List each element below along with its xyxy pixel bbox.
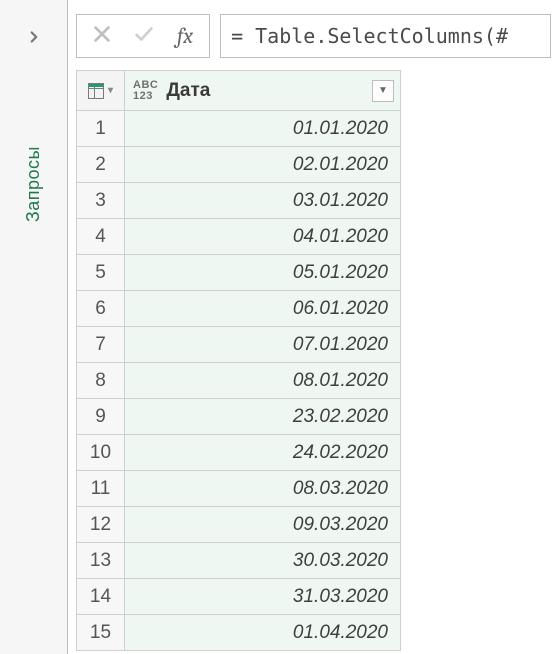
cell-value[interactable]: 08.03.2020 — [125, 471, 401, 507]
table-row[interactable]: 1501.04.2020 — [77, 615, 401, 651]
row-number[interactable]: 14 — [77, 579, 125, 615]
table-row[interactable]: 1431.03.2020 — [77, 579, 401, 615]
cell-value[interactable]: 24.02.2020 — [125, 435, 401, 471]
queries-pane-label: Запросы — [23, 146, 44, 222]
column-header[interactable]: ABC 123 Дата ▼ — [125, 71, 401, 111]
table-row[interactable]: 101.01.2020 — [77, 111, 401, 147]
chevron-down-icon: ▾ — [108, 86, 113, 96]
row-number[interactable]: 9 — [77, 399, 125, 435]
table-row[interactable]: 808.01.2020 — [77, 363, 401, 399]
table-row[interactable]: 1209.03.2020 — [77, 507, 401, 543]
fx-label[interactable]: fx — [175, 23, 195, 49]
cell-value[interactable]: 05.01.2020 — [125, 255, 401, 291]
formula-text: = Table.SelectColumns(# — [231, 24, 508, 48]
table-row[interactable]: 202.01.2020 — [77, 147, 401, 183]
table-row[interactable]: 923.02.2020 — [77, 399, 401, 435]
cell-value[interactable]: 04.01.2020 — [125, 219, 401, 255]
commit-formula-icon[interactable] — [131, 23, 157, 50]
cell-value[interactable]: 31.03.2020 — [125, 579, 401, 615]
cell-value[interactable]: 30.03.2020 — [125, 543, 401, 579]
table-row[interactable]: 505.01.2020 — [77, 255, 401, 291]
cell-value[interactable]: 03.01.2020 — [125, 183, 401, 219]
row-number[interactable]: 10 — [77, 435, 125, 471]
row-number[interactable]: 15 — [77, 615, 125, 651]
formula-controls: fx — [76, 14, 210, 58]
row-number[interactable]: 2 — [77, 147, 125, 183]
cell-value[interactable]: 02.01.2020 — [125, 147, 401, 183]
row-number[interactable]: 4 — [77, 219, 125, 255]
table-row[interactable]: 1330.03.2020 — [77, 543, 401, 579]
cell-value[interactable]: 01.04.2020 — [125, 615, 401, 651]
table-icon — [88, 83, 104, 99]
column-filter-button[interactable]: ▼ — [372, 80, 394, 102]
table-row[interactable]: 1108.03.2020 — [77, 471, 401, 507]
formula-input[interactable]: = Table.SelectColumns(# — [220, 14, 551, 58]
column-name: Дата — [166, 80, 364, 102]
row-number[interactable]: 12 — [77, 507, 125, 543]
table-row[interactable]: 707.01.2020 — [77, 327, 401, 363]
table-row[interactable]: 404.01.2020 — [77, 219, 401, 255]
expand-queries-icon[interactable] — [25, 28, 43, 46]
row-number[interactable]: 6 — [77, 291, 125, 327]
cell-value[interactable]: 08.01.2020 — [125, 363, 401, 399]
formula-bar: fx = Table.SelectColumns(# — [68, 8, 553, 66]
cell-value[interactable]: 23.02.2020 — [125, 399, 401, 435]
cancel-formula-icon[interactable] — [91, 23, 113, 50]
table-row[interactable]: 1024.02.2020 — [77, 435, 401, 471]
table-row[interactable]: 303.01.2020 — [77, 183, 401, 219]
row-number[interactable]: 5 — [77, 255, 125, 291]
cell-value[interactable]: 07.01.2020 — [125, 327, 401, 363]
row-number[interactable]: 8 — [77, 363, 125, 399]
row-number[interactable]: 11 — [77, 471, 125, 507]
cell-value[interactable]: 06.01.2020 — [125, 291, 401, 327]
cell-value[interactable]: 01.01.2020 — [125, 111, 401, 147]
row-number[interactable]: 3 — [77, 183, 125, 219]
row-number[interactable]: 1 — [77, 111, 125, 147]
column-type-icon[interactable]: ABC 123 — [133, 80, 158, 102]
table-corner-menu[interactable]: ▾ — [77, 71, 125, 111]
data-table: ▾ ABC 123 Дата ▼ — [76, 70, 401, 651]
row-number[interactable]: 13 — [77, 543, 125, 579]
table-row[interactable]: 606.01.2020 — [77, 291, 401, 327]
cell-value[interactable]: 09.03.2020 — [125, 507, 401, 543]
chevron-down-icon: ▼ — [378, 85, 388, 96]
queries-pane[interactable]: Запросы — [0, 0, 68, 654]
row-number[interactable]: 7 — [77, 327, 125, 363]
